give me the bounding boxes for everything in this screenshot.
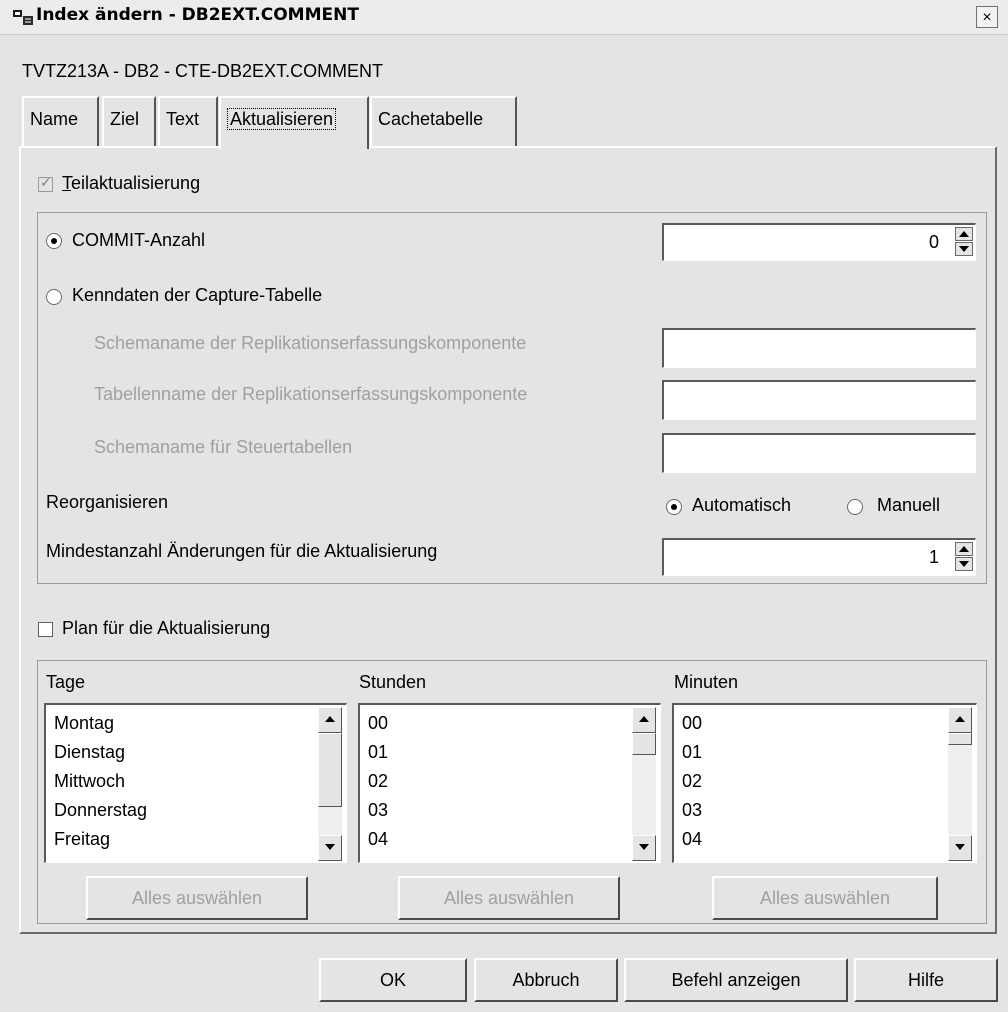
hours-header: Stunden <box>359 672 427 692</box>
reorg-auto-text: Automatisch <box>692 495 792 515</box>
tab-label: Aktualisieren <box>227 108 337 130</box>
capture-table-name-field[interactable] <box>662 380 976 420</box>
list-item[interactable]: Donnerstag <box>54 800 147 821</box>
list-item[interactable]: 04 <box>682 829 702 850</box>
tab-label: Text <box>166 109 200 129</box>
scroll-up-icon[interactable] <box>632 707 656 733</box>
partial-update-checkbox[interactable]: ✓ <box>38 174 53 192</box>
capture-schema-field[interactable] <box>662 328 976 368</box>
list-item[interactable]: 03 <box>682 800 702 821</box>
capture-schema-label: Schemaname der Replikationserfassungskom… <box>94 333 527 353</box>
tab-name[interactable]: Name <box>22 96 99 148</box>
min-changes-label: Mindestanzahl Änderungen für die Aktuali… <box>46 541 438 561</box>
capture-table-name-label: Tabellenname der Replikationserfassungsk… <box>94 384 528 404</box>
control-schema-label: Schemaname für Steuertabellen <box>94 437 353 457</box>
reorg-manual-radio[interactable] <box>847 499 863 515</box>
partial-update-label: Teilaktualisierung <box>62 173 201 193</box>
scroll-up-icon[interactable] <box>948 707 972 733</box>
connection-path: TVTZ213A - DB2 - CTE-DB2EXT.COMMENT <box>22 61 384 81</box>
commit-count-radio[interactable] <box>46 233 62 249</box>
list-item[interactable]: 00 <box>682 713 702 734</box>
capture-table-label: Kenndaten der Capture-Tabelle <box>72 285 323 305</box>
minutes-list[interactable]: 00 01 02 03 04 <box>672 703 977 863</box>
spin-up-icon[interactable] <box>955 227 973 241</box>
list-item[interactable]: 02 <box>682 771 702 792</box>
tab-ziel[interactable]: Ziel <box>102 96 156 148</box>
tab-cachetabelle[interactable]: Cachetabelle <box>370 96 517 148</box>
list-item[interactable]: Montag <box>54 713 114 734</box>
minutes-header: Minuten <box>674 672 739 692</box>
list-item[interactable]: 03 <box>368 800 388 821</box>
spin-down-icon[interactable] <box>955 557 973 571</box>
tab-text[interactable]: Text <box>158 96 218 148</box>
reorg-manual-label: Manuell <box>877 495 940 516</box>
min-changes-spin[interactable] <box>955 542 973 572</box>
spin-down-icon[interactable] <box>955 242 973 256</box>
capture-table-radio[interactable] <box>46 289 62 305</box>
scroll-down-icon[interactable] <box>948 835 972 861</box>
list-item[interactable]: 04 <box>368 829 388 850</box>
days-scrollbar[interactable] <box>318 707 342 861</box>
commit-count-spin[interactable] <box>955 227 973 257</box>
tab-label: Name <box>30 109 79 129</box>
reorg-manual-text: Manuell <box>877 495 941 515</box>
scroll-thumb[interactable] <box>318 733 342 807</box>
list-item[interactable]: 00 <box>368 713 388 734</box>
commit-count-spinner[interactable]: 0 <box>662 223 976 261</box>
tab-aktualisieren[interactable]: Aktualisieren <box>219 96 369 149</box>
schedule-label: Plan für die Aktualisierung <box>62 618 271 638</box>
db-window-icon <box>12 8 34 26</box>
ok-button[interactable]: OK <box>319 958 467 1002</box>
spin-up-icon[interactable] <box>955 542 973 556</box>
list-item[interactable]: 01 <box>682 742 702 763</box>
hours-list[interactable]: 00 01 02 03 04 <box>358 703 661 863</box>
commit-count-label: COMMIT-Anzahl <box>72 230 206 250</box>
days-header: Tage <box>46 672 86 692</box>
reorg-auto-label: Automatisch <box>692 495 791 516</box>
scroll-thumb[interactable] <box>948 733 972 745</box>
reorg-auto-radio[interactable] <box>666 499 682 515</box>
days-select-all-button[interactable]: Alles auswählen <box>86 876 308 920</box>
reorg-label: Reorganisieren <box>46 492 169 512</box>
tab-label: Ziel <box>110 109 140 129</box>
list-item[interactable]: Freitag <box>54 829 110 850</box>
close-icon[interactable]: × <box>976 6 998 28</box>
cancel-button[interactable]: Abbruch <box>474 958 618 1002</box>
window-title: Index ändern - DB2EXT.COMMENT <box>36 5 359 25</box>
tab-label: Cachetabelle <box>378 109 484 129</box>
minutes-select-all-button[interactable]: Alles auswählen <box>712 876 938 920</box>
list-item[interactable]: 02 <box>368 771 388 792</box>
partial-update-text: eilaktualisierung <box>71 173 201 193</box>
scroll-down-icon[interactable] <box>318 835 342 861</box>
minutes-scrollbar[interactable] <box>948 707 972 861</box>
scroll-thumb[interactable] <box>632 733 656 755</box>
list-item[interactable]: Dienstag <box>54 742 125 763</box>
hours-select-all-button[interactable]: Alles auswählen <box>398 876 620 920</box>
control-schema-field[interactable] <box>662 433 976 473</box>
commit-count-value: 0 <box>928 232 939 252</box>
list-item[interactable]: Mittwoch <box>54 771 125 792</box>
show-command-button[interactable]: Befehl anzeigen <box>624 958 848 1002</box>
scroll-down-icon[interactable] <box>632 835 656 861</box>
days-list[interactable]: Montag Dienstag Mittwoch Donnerstag Frei… <box>44 703 347 863</box>
help-button[interactable]: Hilfe <box>854 958 998 1002</box>
scroll-up-icon[interactable] <box>318 707 342 733</box>
schedule-checkbox[interactable] <box>38 622 53 637</box>
list-item[interactable]: 01 <box>368 742 388 763</box>
min-changes-spinner[interactable]: 1 <box>662 538 976 576</box>
min-changes-value: 1 <box>928 547 939 567</box>
hours-scrollbar[interactable] <box>632 707 656 861</box>
